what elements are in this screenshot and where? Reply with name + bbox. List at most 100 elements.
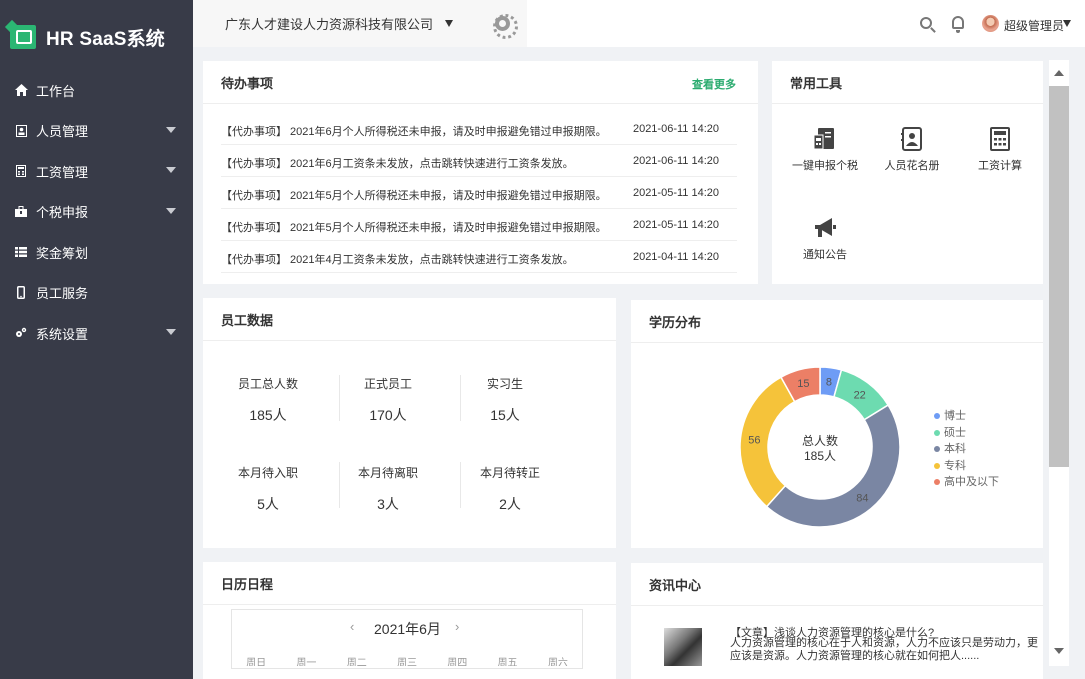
tool-roster-button[interactable]: 人员花名册 — [872, 127, 952, 173]
app-title: HR SaaS系统 — [46, 28, 166, 50]
sidebar: HR SaaS系统 工作台 人员管理 工资管理 个税申报 奖金筹划 员工服务 系… — [0, 0, 193, 679]
tool-notice-button[interactable]: 通知公告 — [785, 216, 865, 262]
chevron-right-icon[interactable]: › — [455, 619, 459, 634]
tools-card: 常用工具 一键申报个税 人员花名册 工资计算 通知公告 — [772, 61, 1043, 284]
stat-label: 正式员工 — [363, 377, 412, 391]
legend-dot — [934, 462, 940, 469]
calendar-month: 2021年6月 — [374, 621, 441, 637]
gears-icon — [14, 326, 28, 340]
stat-value: 2人 — [499, 496, 521, 512]
tool-tax-report-button[interactable]: 一键申报个税 — [785, 127, 865, 173]
sidebar-item-tax[interactable]: 个税申报 — [0, 192, 193, 233]
todo-title: 待办事项 — [203, 61, 758, 104]
stat-value: 185人 — [249, 407, 287, 423]
education-title: 学历分布 — [631, 300, 1043, 343]
donut-slice-label-3: 56 — [748, 435, 760, 447]
stat-label: 员工总人数 — [237, 377, 298, 391]
search-icon[interactable] — [920, 17, 932, 29]
todo-text: 【代办事项】 2021年6月个人所得税还未申报，请及时申报避免错过申报期限。 — [221, 126, 607, 138]
news-item-body: 人力资源管理的核心在于人和资源，人力不应该只是劳动力，更应该是资源。人力资源管理… — [730, 637, 1038, 662]
news-thumbnail[interactable] — [664, 628, 702, 666]
sidebar-item-personnel[interactable]: 人员管理 — [0, 111, 193, 152]
list-icon — [14, 245, 28, 259]
stat-onboarding[interactable]: 本月待入职 5人 — [208, 464, 328, 514]
scrollbar-thumb[interactable] — [1049, 86, 1069, 467]
stat-total[interactable]: 员工总人数 185人 — [208, 375, 328, 425]
sidebar-item-workbench[interactable]: 工作台 — [0, 70, 193, 111]
sidebar-item-bonus[interactable]: 奖金筹划 — [0, 232, 193, 273]
avatar[interactable] — [982, 15, 999, 32]
tool-label: 工资计算 — [978, 160, 1022, 172]
legend-label: 高中及以下 — [944, 476, 999, 488]
weekday: 周一 — [296, 658, 317, 666]
calendar-title: 日历日程 — [203, 562, 616, 605]
weekday: 周五 — [497, 658, 518, 666]
logo-icon — [10, 25, 36, 49]
sidebar-item-label: 人员管理 — [36, 124, 89, 140]
gear-icon[interactable] — [493, 14, 518, 39]
todo-row[interactable]: 【代办事项】 2021年6月工资条未发放，点击跳转快速进行工资条发放。 2021… — [221, 145, 737, 177]
scroll-down-icon[interactable] — [1054, 648, 1064, 654]
todo-row[interactable]: 【代办事项】 2021年6月个人所得税还未申报，请及时申报避免错过申报期限。 2… — [221, 113, 737, 145]
tool-label: 人员花名册 — [884, 160, 940, 172]
legend-label: 博士 — [944, 410, 966, 422]
scroll-up-icon[interactable] — [1054, 70, 1064, 76]
stat-formal[interactable]: 正式员工 170人 — [328, 375, 448, 425]
stat-value: 3人 — [377, 496, 399, 512]
legend-dot — [934, 429, 940, 436]
donut-center-value: 185人 — [803, 449, 837, 463]
megaphone-icon — [814, 216, 836, 240]
id-card-icon — [14, 124, 28, 138]
company-name: 广东人才建设人力资源科技有限公司 — [225, 17, 434, 32]
sidebar-item-label: 奖金筹划 — [36, 245, 89, 261]
sidebar-item-label: 工资管理 — [36, 164, 89, 180]
todo-text: 【代办事项】 2021年6月工资条未发放，点击跳转快速进行工资条发放。 — [221, 158, 574, 170]
weekday: 周二 — [346, 658, 367, 666]
view-more-link[interactable]: 查看更多 — [692, 76, 736, 92]
todo-row[interactable]: 【代办事项】 2021年5月个人所得税还未申报，请及时申报避免错过申报期限。 2… — [221, 209, 737, 241]
calculator-icon — [14, 164, 28, 178]
chevron-left-icon[interactable]: ‹ — [350, 619, 354, 634]
caret-down-icon[interactable] — [1063, 20, 1071, 27]
legend-item-1[interactable]: 硕士 — [934, 424, 966, 440]
legend-item-4[interactable]: 高中及以下 — [934, 473, 999, 489]
sidebar-item-salary[interactable]: 工资管理 — [0, 151, 193, 192]
donut-slice-label-2: 84 — [856, 493, 868, 505]
legend-dot — [934, 413, 940, 420]
tool-label: 一键申报个税 — [792, 160, 858, 172]
donut-slice-label-1: 22 — [854, 389, 866, 401]
scrollbar[interactable] — [1049, 60, 1069, 666]
sidebar-item-employee-service[interactable]: 员工服务 — [0, 273, 193, 314]
home-icon — [14, 83, 28, 97]
tool-label: 通知公告 — [803, 249, 847, 261]
donut-slice-label-0: 8 — [826, 377, 832, 389]
legend-label: 硕士 — [944, 426, 966, 439]
legend-label: 本科 — [944, 443, 966, 455]
todo-text: 【代办事项】 2021年4月工资条未发放，点击跳转快速进行工资条发放。 — [221, 254, 574, 266]
sidebar-item-label: 员工服务 — [36, 286, 89, 302]
logo[interactable]: HR SaaS系统 — [0, 0, 193, 74]
username[interactable]: 超级管理员 — [1004, 17, 1064, 34]
stat-value: 5人 — [257, 496, 279, 512]
legend-item-3[interactable]: 专科 — [934, 457, 966, 473]
todo-row[interactable]: 【代办事项】 2021年4月工资条未发放，点击跳转快速进行工资条发放。 2021… — [221, 241, 737, 273]
tool-salary-calc-button[interactable]: 工资计算 — [960, 127, 1040, 173]
roster-icon — [901, 127, 923, 151]
stat-leaving[interactable]: 本月待离职 3人 — [328, 464, 448, 514]
calculator-icon — [989, 127, 1011, 151]
todo-row[interactable]: 【代办事项】 2021年5月个人所得税还未申报，请及时申报避免错过申报期限。 2… — [221, 177, 737, 209]
legend-item-0[interactable]: 博士 — [934, 407, 966, 423]
stat-label: 实习生 — [486, 377, 523, 391]
donut-slice-label-4: 15 — [797, 378, 809, 390]
stat-regularization[interactable]: 本月待转正 2人 — [450, 464, 570, 514]
donut-slice-2[interactable] — [765, 404, 901, 528]
mobile-icon — [14, 286, 28, 300]
sidebar-item-settings[interactable]: 系统设置 — [0, 313, 193, 354]
legend-item-2[interactable]: 本科 — [934, 440, 966, 456]
company-selector[interactable]: 广东人才建设人力资源科技有限公司 — [193, 0, 527, 47]
stat-label: 本月待入职 — [237, 466, 298, 480]
stat-intern[interactable]: 实习生 15人 — [445, 375, 565, 425]
bell-icon[interactable] — [952, 16, 964, 33]
stat-label: 本月待离职 — [357, 466, 418, 480]
chevron-down-icon — [166, 167, 176, 173]
